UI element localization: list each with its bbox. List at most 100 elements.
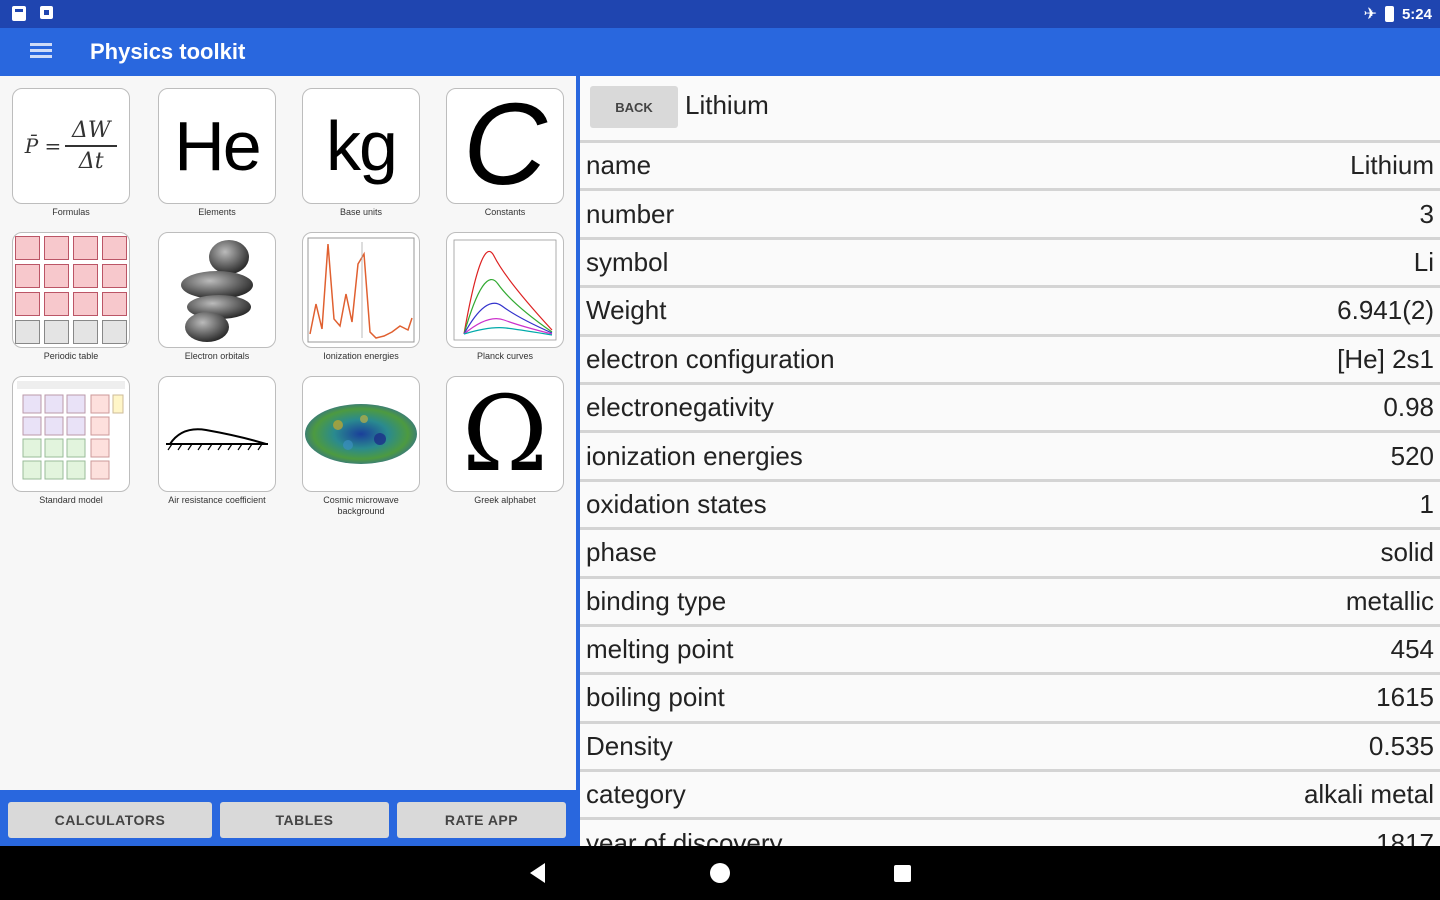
formula-icon: P̄ = ΔW Δt xyxy=(25,118,118,174)
tools-panel: P̄ = ΔW Δt Formulas He Elements kg Base u… xyxy=(0,76,576,846)
airfoil-icon xyxy=(166,428,268,451)
status-time: 5:24 xyxy=(1401,5,1432,23)
airplane-mode-icon: ✈ xyxy=(1363,6,1377,23)
property-row: boiling point 1615 xyxy=(580,672,1440,720)
tile-caption: Air resistance coefficient xyxy=(168,495,266,505)
app-bar: Physics toolkit xyxy=(0,28,1440,76)
tile-cosmic-microwave-background[interactable]: Cosmic microwave background xyxy=(302,376,420,517)
property-row: ionization energies 520 xyxy=(580,430,1440,478)
property-value: 520 xyxy=(1390,440,1434,471)
tile-caption: Constants xyxy=(484,207,526,217)
property-label: Weight xyxy=(586,295,667,326)
property-value: 0.98 xyxy=(1383,392,1434,423)
property-value: solid xyxy=(1380,537,1434,568)
menu-icon[interactable] xyxy=(30,43,52,61)
nav-back-icon[interactable] xyxy=(530,863,545,883)
bottom-button-bar: CALCULATORS TABLES RATE APP xyxy=(0,790,576,846)
tile-planck-curves[interactable]: Planck curves xyxy=(446,232,564,362)
tile-caption: Planck curves xyxy=(476,351,534,361)
element-detail-panel: BACK Lithium name Lithium number 3 symbol Li W… xyxy=(580,76,1440,846)
tile-base-units[interactable]: kg Base units xyxy=(302,88,420,218)
constant-c-icon: C xyxy=(463,88,547,204)
tile-caption: Formulas xyxy=(52,207,90,217)
property-row: number 3 xyxy=(580,188,1440,236)
tile-caption: Electron orbitals xyxy=(184,351,250,361)
property-label: category xyxy=(586,779,686,810)
tile-formulas[interactable]: P̄ = ΔW Δt Formulas xyxy=(12,88,130,218)
tile-elements[interactable]: He Elements xyxy=(158,88,276,218)
property-value: 1817 xyxy=(1376,827,1434,846)
property-value: 1 xyxy=(1419,488,1434,519)
property-label: year of discovery xyxy=(586,827,783,846)
tile-caption: Base units xyxy=(339,207,383,217)
property-label: Density xyxy=(586,730,673,761)
property-value: 1615 xyxy=(1376,682,1434,713)
notification-icon xyxy=(40,6,53,19)
property-label: symbol xyxy=(586,246,669,277)
status-bar: ✈ 5:24 xyxy=(0,0,1440,28)
property-label: number xyxy=(586,198,675,229)
property-label: melting point xyxy=(586,634,734,665)
property-row: year of discovery 1817 xyxy=(580,817,1440,846)
ionization-chart-icon xyxy=(307,237,415,343)
property-value: 454 xyxy=(1390,634,1434,665)
orbital-icon xyxy=(181,240,253,342)
property-row: oxidation states 1 xyxy=(580,478,1440,527)
property-value: 0.535 xyxy=(1368,730,1434,761)
navigation-bar xyxy=(0,846,1440,900)
unit-symbol-icon: kg xyxy=(326,107,398,185)
planck-chart-icon xyxy=(453,239,557,341)
property-value: metallic xyxy=(1345,585,1434,616)
property-label: phase xyxy=(586,537,657,568)
status-notifications xyxy=(12,6,53,21)
property-row: binding type metallic xyxy=(580,575,1440,624)
app-title: Physics toolkit xyxy=(90,39,246,64)
tile-caption: Elements xyxy=(198,207,236,217)
battery-icon xyxy=(1384,6,1394,22)
property-label: ionization energies xyxy=(586,440,803,471)
tile-air-resistance[interactable]: Air resistance coefficient xyxy=(158,376,276,506)
tile-constants[interactable]: C Constants xyxy=(446,88,564,218)
rate-app-button[interactable]: RATE APP xyxy=(397,802,566,838)
property-row: melting point 454 xyxy=(580,623,1440,672)
status-system: ✈ 5:24 xyxy=(1364,4,1432,24)
property-row: electronegativity 0.98 xyxy=(580,381,1440,430)
element-title: Lithium xyxy=(685,90,769,120)
property-row: Weight 6.941(2) xyxy=(580,285,1440,333)
property-row: phase solid xyxy=(580,527,1440,575)
property-row: category alkali metal xyxy=(580,769,1440,817)
property-value: Lithium xyxy=(1350,150,1434,181)
tile-greek-alphabet[interactable]: Ω Greek alphabet xyxy=(446,376,564,506)
tile-ionization-energies[interactable]: Ionization energies xyxy=(302,232,420,362)
property-label: name xyxy=(586,150,652,181)
property-label: binding type xyxy=(586,585,727,616)
tables-button[interactable]: TABLES xyxy=(220,802,389,838)
back-button[interactable]: BACK xyxy=(590,86,678,128)
property-row: name Lithium xyxy=(580,140,1440,188)
tile-caption: Ionization energies xyxy=(323,351,399,361)
property-row: symbol Li xyxy=(580,236,1440,285)
property-value: 6.941(2) xyxy=(1337,295,1434,326)
element-symbol-icon: He xyxy=(174,107,261,185)
calculators-button[interactable]: CALCULATORS xyxy=(8,802,212,838)
property-value: [He] 2s1 xyxy=(1337,343,1434,374)
property-row: Density 0.535 xyxy=(580,720,1440,769)
property-label: electron configuration xyxy=(586,343,835,374)
property-list: name Lithium number 3 symbol Li Weight 6.941(2)… xyxy=(580,140,1440,846)
tile-periodic-table[interactable]: Periodic table xyxy=(12,232,130,362)
tile-electron-orbitals[interactable]: Electron orbitals xyxy=(158,232,276,362)
property-row: electron configuration [He] 2s1 xyxy=(580,333,1440,382)
tile-caption: Greek alphabet xyxy=(474,495,536,505)
periodic-table-icon xyxy=(15,236,127,344)
nav-recents-icon[interactable] xyxy=(894,865,911,882)
tile-standard-model[interactable]: Standard model xyxy=(12,376,130,506)
nav-home-icon[interactable] xyxy=(710,863,730,883)
property-label: electronegativity xyxy=(586,392,774,423)
cmb-map-icon xyxy=(305,404,417,464)
tile-caption: Standard model xyxy=(39,495,103,505)
omega-icon: Ω xyxy=(461,376,549,492)
sd-card-icon xyxy=(12,6,26,21)
property-value: Li xyxy=(1413,246,1434,277)
property-value: 3 xyxy=(1419,198,1434,229)
tile-caption: Cosmic microwave background xyxy=(323,495,399,516)
